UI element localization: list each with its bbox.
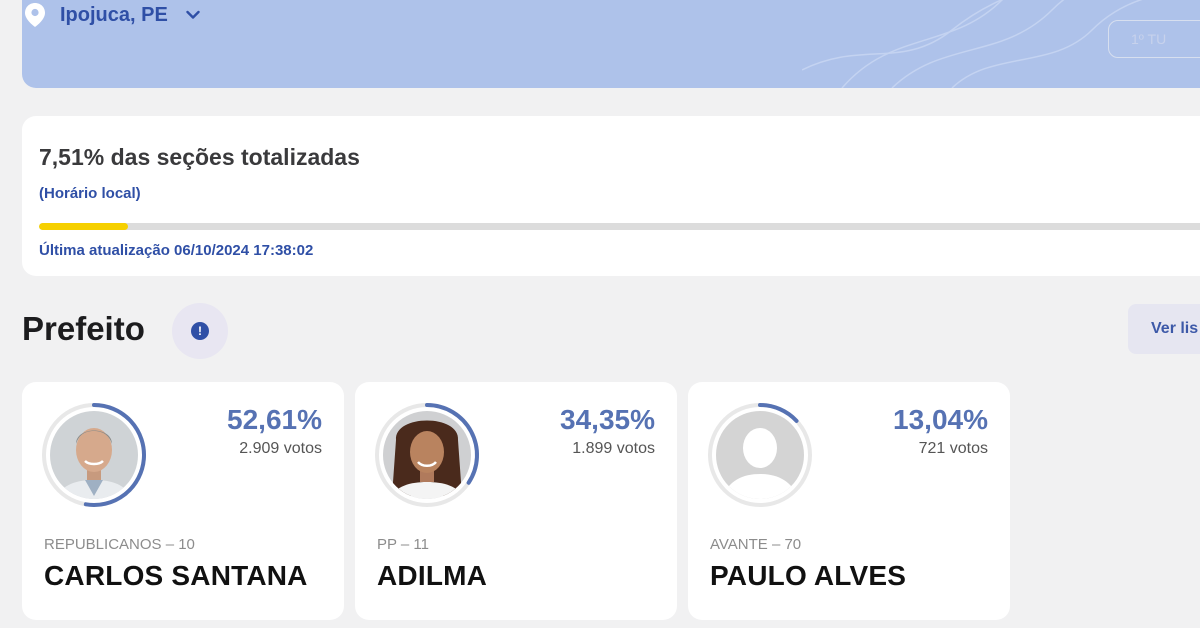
round-button[interactable]: 1º TU	[1108, 20, 1200, 58]
totalization-title: 7,51% das seções totalizadas	[39, 144, 360, 170]
party-label: PP – 11	[377, 536, 429, 553]
vote-percent: 34,35%	[560, 404, 655, 435]
candidate-name: ADILMA	[377, 560, 488, 591]
chevron-down-icon	[186, 10, 200, 19]
candidate-card[interactable]: 34,35% 1.899 votos PP – 11 ADILMA	[355, 382, 677, 620]
candidate-card[interactable]: 13,04% 721 votos AVANTE – 70 PAULO ALVES	[688, 382, 1010, 620]
placeholder-avatar-icon	[716, 411, 804, 499]
last-update-text: Última atualização 06/10/2024 17:38:02	[39, 242, 314, 259]
vote-count: 1.899 votos	[572, 440, 655, 457]
candidate-photo	[708, 403, 812, 507]
location-header: Ipojuca, PE	[22, 0, 1200, 88]
party-label: REPUBLICANOS – 10	[44, 536, 195, 553]
totalization-card: 7,51% das seções totalizadas (Horário lo…	[22, 116, 1200, 276]
candidate-card[interactable]: 52,61% 2.909 votos REPUBLICANOS – 10 CAR…	[22, 382, 344, 620]
progress-bar	[39, 223, 1200, 230]
location-selector[interactable]: Ipojuca, PE	[22, 0, 200, 30]
local-time-link[interactable]: (Horário local)	[39, 185, 141, 202]
candidate-photo	[42, 403, 146, 507]
map-pin-icon	[25, 3, 45, 27]
section-title: Prefeito	[22, 310, 145, 347]
vote-count: 2.909 votos	[239, 440, 322, 457]
progress-bar-fill	[39, 223, 128, 230]
candidate-name: CARLOS SANTANA	[44, 560, 308, 591]
candidate-name: PAULO ALVES	[710, 560, 907, 591]
view-list-button[interactable]: Ver lis	[1128, 304, 1200, 354]
info-button[interactable]: !	[172, 303, 228, 359]
party-label: AVANTE – 70	[710, 536, 802, 553]
exclamation-icon: !	[191, 322, 209, 340]
location-name: Ipojuca, PE	[60, 3, 168, 26]
vote-percent: 13,04%	[893, 404, 988, 435]
candidate-photo	[375, 403, 479, 507]
vote-count: 721 votos	[918, 440, 988, 457]
vote-percent: 52,61%	[227, 404, 322, 435]
